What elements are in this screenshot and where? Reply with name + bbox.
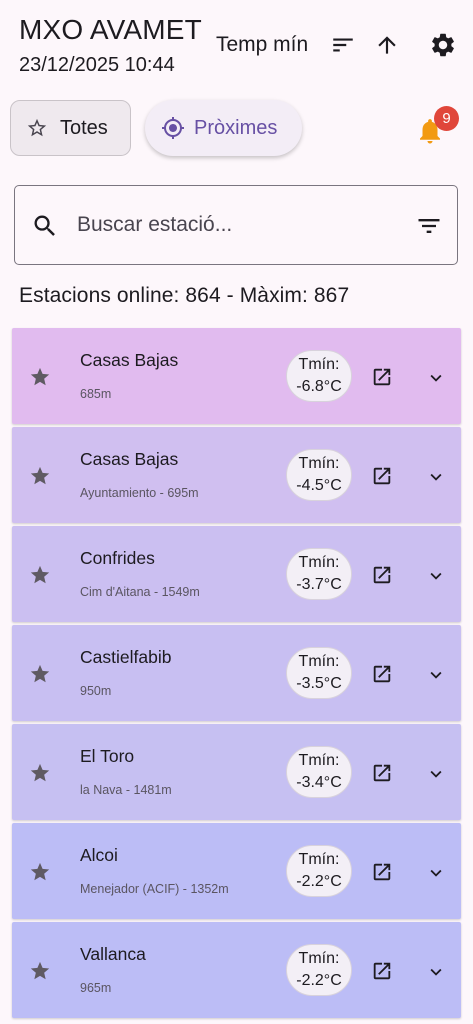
tmin-badge: Tmín: -3.5°C bbox=[286, 647, 352, 699]
filter-chip-nearby[interactable]: Pròximes bbox=[145, 100, 302, 156]
filter-icon[interactable] bbox=[415, 212, 443, 240]
tmin-label: Tmín: bbox=[298, 653, 340, 670]
tmin-label: Tmín: bbox=[298, 851, 340, 868]
my-location-icon bbox=[161, 116, 185, 140]
station-card[interactable]: El Toro la Nava - 1481m Tmín: -3.4°C bbox=[12, 724, 461, 820]
tmin-badge: Tmín: -3.7°C bbox=[286, 548, 352, 600]
search-icon bbox=[31, 212, 59, 240]
tmin-label: Tmín: bbox=[298, 950, 340, 967]
notification-count-badge: 9 bbox=[434, 106, 459, 131]
star-icon[interactable] bbox=[29, 762, 51, 784]
open-in-new-icon[interactable] bbox=[371, 465, 393, 487]
tmin-badge: Tmín: -2.2°C bbox=[286, 944, 352, 996]
station-subtitle: 685m bbox=[80, 387, 112, 401]
tmin-value: -6.8°C bbox=[296, 378, 342, 395]
station-subtitle: la Nava - 1481m bbox=[80, 783, 172, 797]
station-subtitle: 965m bbox=[80, 981, 112, 995]
station-subtitle: Menejador (ACIF) - 1352m bbox=[80, 882, 229, 896]
tmin-value: -4.5°C bbox=[296, 477, 342, 494]
tmin-label: Tmín: bbox=[298, 554, 340, 571]
station-card[interactable]: Castielfabib 950m Tmín: -3.5°C bbox=[12, 625, 461, 721]
chevron-down-icon[interactable] bbox=[425, 961, 447, 983]
tmin-badge: Tmín: -3.4°C bbox=[286, 746, 352, 798]
star-icon[interactable] bbox=[29, 960, 51, 982]
open-in-new-icon[interactable] bbox=[371, 861, 393, 883]
tmin-value: -3.5°C bbox=[296, 675, 342, 692]
tmin-badge: Tmín: -4.5°C bbox=[286, 449, 352, 501]
station-card[interactable]: Casas Bajas 685m Tmín: -6.8°C bbox=[12, 328, 461, 424]
station-card[interactable]: Vallanca 965m Tmín: -2.2°C bbox=[12, 922, 461, 1018]
app-header: MXO AVAMET 23/12/2025 10:44 Temp mín bbox=[0, 0, 473, 90]
app-title: MXO AVAMET bbox=[19, 14, 202, 45]
sort-icon[interactable] bbox=[328, 30, 358, 60]
star-icon[interactable] bbox=[29, 465, 51, 487]
station-card[interactable]: Alcoi Menejador (ACIF) - 1352m Tmín: -2.… bbox=[12, 823, 461, 919]
tmin-value: -3.4°C bbox=[296, 774, 342, 791]
star-icon[interactable] bbox=[29, 861, 51, 883]
station-name: Casas Bajas bbox=[80, 350, 179, 370]
chevron-down-icon[interactable] bbox=[425, 664, 447, 686]
tmin-value: -3.7°C bbox=[296, 576, 342, 593]
tmin-label: Tmín: bbox=[298, 455, 340, 472]
filter-chip-nearby-label: Pròximes bbox=[194, 116, 278, 139]
station-name: Alcoi bbox=[80, 845, 118, 865]
search-input[interactable] bbox=[77, 206, 387, 244]
open-in-new-icon[interactable] bbox=[371, 366, 393, 388]
open-in-new-icon[interactable] bbox=[371, 960, 393, 982]
open-in-new-icon[interactable] bbox=[371, 564, 393, 586]
station-name: Confrides bbox=[80, 548, 155, 568]
online-stations-summary: Estacions online: 864 - Màxim: 867 bbox=[19, 284, 350, 307]
tmin-label: Tmín: bbox=[298, 752, 340, 769]
chevron-down-icon[interactable] bbox=[425, 466, 447, 488]
open-in-new-icon[interactable] bbox=[371, 663, 393, 685]
star-icon[interactable] bbox=[29, 564, 51, 586]
tmin-value: -2.2°C bbox=[296, 873, 342, 890]
chevron-down-icon[interactable] bbox=[425, 862, 447, 884]
search-box bbox=[14, 185, 458, 265]
station-card[interactable]: Casas Bajas Ayuntamiento - 695m Tmín: -4… bbox=[12, 427, 461, 523]
star-outline-icon bbox=[26, 117, 48, 139]
station-name: Vallanca bbox=[80, 944, 146, 964]
chevron-down-icon[interactable] bbox=[425, 565, 447, 587]
star-icon[interactable] bbox=[29, 663, 51, 685]
station-subtitle: Cim d'Aitana - 1549m bbox=[80, 585, 200, 599]
tmin-badge: Tmín: -2.2°C bbox=[286, 845, 352, 897]
tmin-value: -2.2°C bbox=[296, 972, 342, 989]
last-update-datetime: 23/12/2025 10:44 bbox=[19, 54, 175, 76]
filter-chip-all[interactable]: Totes bbox=[10, 100, 131, 156]
station-subtitle: 950m bbox=[80, 684, 112, 698]
star-icon[interactable] bbox=[29, 366, 51, 388]
station-subtitle: Ayuntamiento - 695m bbox=[80, 486, 199, 500]
station-name: Castielfabib bbox=[80, 647, 172, 667]
sort-field-label[interactable]: Temp mín bbox=[216, 33, 308, 57]
open-in-new-icon[interactable] bbox=[371, 762, 393, 784]
station-name: El Toro bbox=[80, 746, 135, 766]
arrow-up-icon[interactable] bbox=[372, 30, 402, 60]
filter-chip-all-label: Totes bbox=[60, 116, 108, 139]
station-card[interactable]: Confrides Cim d'Aitana - 1549m Tmín: -3.… bbox=[12, 526, 461, 622]
station-name: Casas Bajas bbox=[80, 449, 179, 469]
chevron-down-icon[interactable] bbox=[425, 367, 447, 389]
gear-icon[interactable] bbox=[428, 30, 458, 60]
tmin-badge: Tmín: -6.8°C bbox=[286, 350, 352, 402]
tmin-label: Tmín: bbox=[298, 356, 340, 373]
chevron-down-icon[interactable] bbox=[425, 763, 447, 785]
